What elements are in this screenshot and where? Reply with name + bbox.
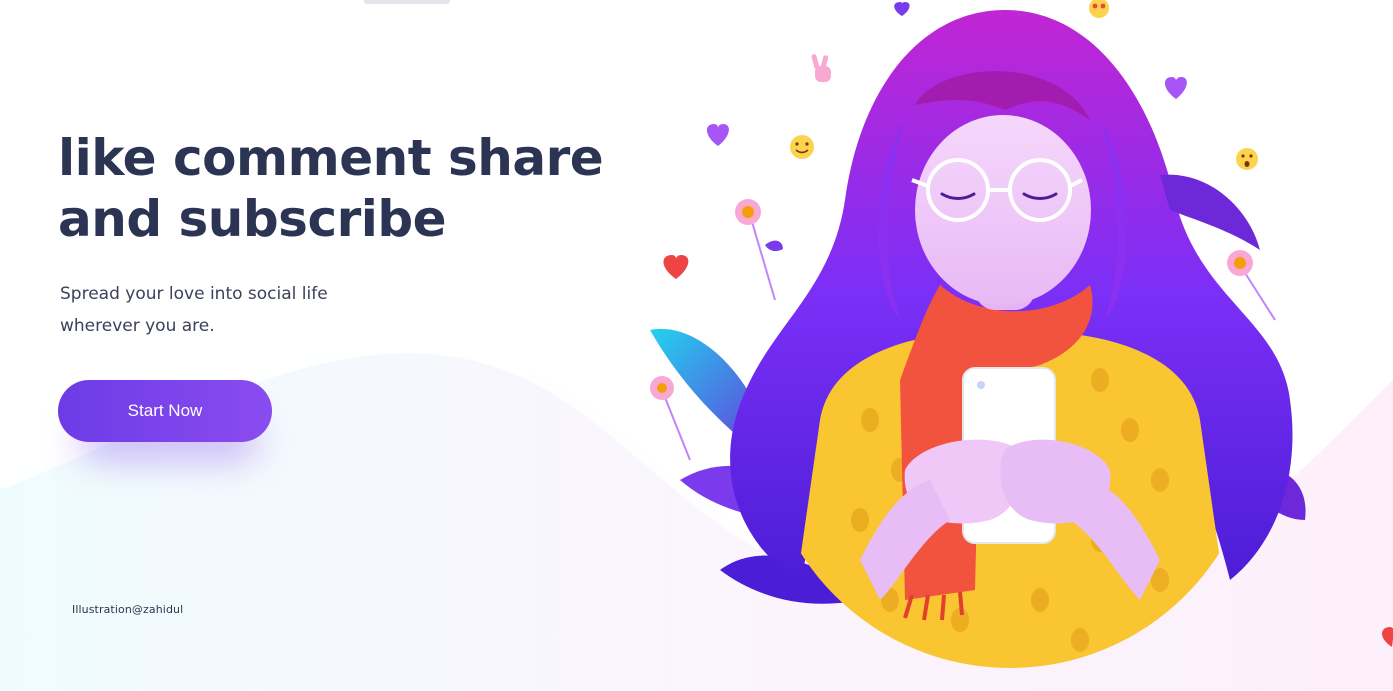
heart-eyes-emoji-icon [1089,0,1109,18]
top-tab-indicator [364,0,450,4]
hero-subtitle: Spread your love into social life wherev… [60,278,328,342]
surprised-emoji-icon [1236,148,1258,170]
girl-with-phone-illustration [650,0,1306,668]
hero-title-line-1: like comment share [58,129,604,187]
heart-emoji-icon [1382,627,1393,647]
hero-subtitle-line-2: wherever you are. [60,316,215,336]
peace-hand-emoji-icon [811,54,831,82]
hero-title: like comment share and subscribe [58,128,618,250]
hero-subtitle-line-1: Spread your love into social life [60,284,328,304]
hero-title-line-2: and subscribe [58,190,447,248]
start-now-button[interactable]: Start Now [58,380,272,442]
smiley-emoji-icon [790,135,814,159]
illustration-credit: Illustration@zahidul [72,603,184,616]
